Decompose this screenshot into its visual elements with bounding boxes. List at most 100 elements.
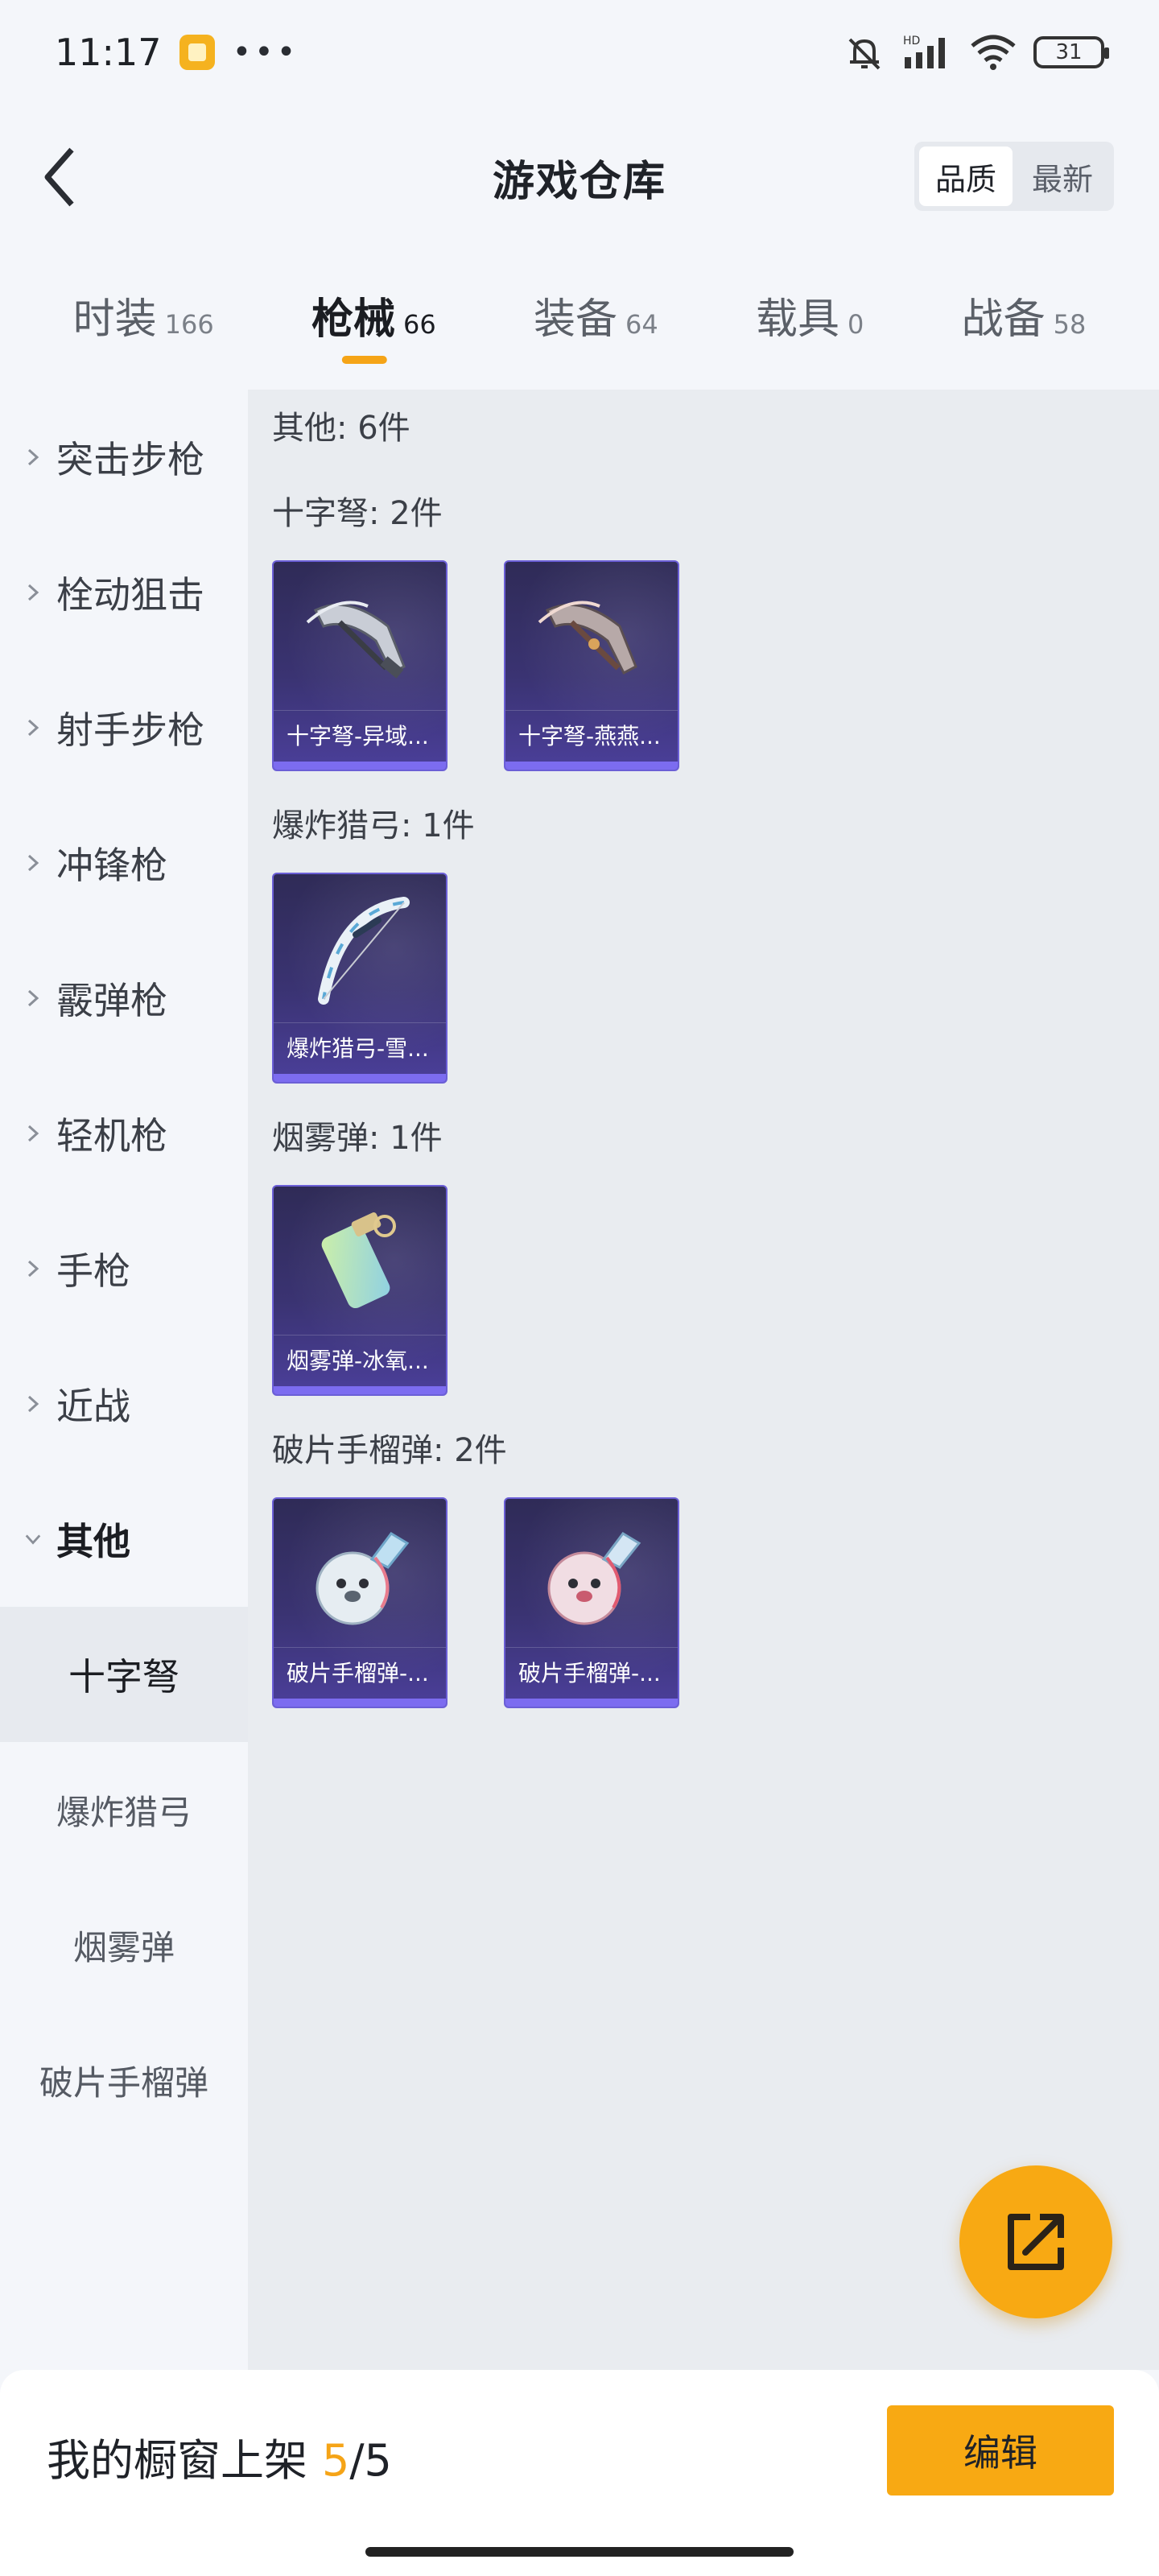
sort-toggle: 品质 最新	[914, 142, 1114, 211]
rarity-bar	[274, 1074, 446, 1082]
rarity-bar	[274, 762, 446, 770]
tab-fashion[interactable]: 时装 166	[73, 266, 214, 378]
group-title: 破片手榴弹: 2件	[272, 1432, 507, 1469]
item-card[interactable]: 烟雾弹-冰氧...	[272, 1185, 448, 1396]
tab-label: 装备	[533, 295, 617, 344]
showcase-status: 我的橱窗上架 5 /5	[47, 2425, 392, 2488]
sidebar-item-marksman-rifle[interactable]: 射手步枪	[0, 660, 248, 795]
sidebar-subitem-smoke-grenade[interactable]: 烟雾弹	[0, 1877, 248, 2013]
item-card[interactable]: 十字弩-异域...	[272, 560, 448, 771]
tab-label: 载具	[755, 295, 839, 344]
sidebar-item-lmg[interactable]: 轻机枪	[0, 1066, 248, 1201]
share-external-icon	[1008, 2214, 1064, 2270]
category-tabs: 时装 166 枪械 66 装备 64 载具 0 战备 58	[0, 266, 1159, 378]
tab-count: 0	[848, 309, 864, 340]
chevron-down-icon	[24, 1530, 42, 1548]
back-button[interactable]	[31, 138, 87, 216]
sidebar-item-shotgun[interactable]: 霰弹枪	[0, 931, 248, 1066]
tab-count: 58	[1053, 309, 1087, 340]
sidebar-item-label: 轻机枪	[56, 1114, 167, 1158]
grenade-icon	[547, 1532, 641, 1625]
rarity-bar	[274, 1386, 446, 1394]
tab-label: 枪械	[311, 295, 395, 344]
status-bar: 11:17 ••• HD 31	[0, 0, 1159, 105]
svg-text:HD: HD	[903, 35, 920, 47]
tab-label: 时装	[72, 295, 157, 344]
tab-count: 64	[625, 309, 658, 340]
sidebar-item-label: 冲锋枪	[56, 844, 167, 887]
showcase-label: 我的橱窗上架	[47, 2435, 307, 2486]
rarity-bar	[505, 1699, 678, 1707]
tab-firearms[interactable]: 枪械 66	[311, 266, 436, 378]
chevron-right-icon	[24, 989, 42, 1007]
crossbow-icon	[306, 601, 406, 679]
tab-equipment[interactable]: 装备 64	[534, 266, 658, 378]
group-title: 十字弩: 2件	[272, 495, 443, 532]
tab-label: 战备	[961, 295, 1046, 344]
sidebar-subitem-frag-grenade[interactable]: 破片手榴弹	[0, 2013, 248, 2148]
smoke-grenade-icon	[321, 1212, 396, 1309]
item-grid: 破片手榴弹-... 破片手榴弹-...	[272, 1497, 1135, 1708]
chevron-right-icon	[24, 448, 42, 466]
sidebar-item-assault-rifle[interactable]: 突击步枪	[0, 390, 248, 525]
chevron-right-icon	[24, 854, 42, 872]
sort-quality-option[interactable]: 品质	[919, 147, 1013, 206]
more-notifications-icon: •••	[232, 34, 299, 71]
mute-icon	[848, 38, 881, 70]
signal-icon: HD	[903, 35, 945, 68]
item-name: 破片手榴弹-...	[505, 1647, 678, 1699]
showcase-total: /5	[349, 2435, 392, 2486]
sidebar-subitem-crossbow[interactable]: 十字弩	[0, 1607, 248, 1742]
home-indicator[interactable]	[365, 2547, 794, 2557]
wifi-icon	[971, 35, 1016, 70]
edit-button[interactable]: 编辑	[887, 2405, 1114, 2496]
sidebar-subitem-explosive-bow[interactable]: 爆炸猎弓	[0, 1742, 248, 1877]
item-card[interactable]: 破片手榴弹-...	[272, 1497, 448, 1708]
sidebar-item-label: 手枪	[56, 1249, 130, 1293]
battery-icon: 31	[1033, 36, 1109, 68]
item-name: 十字弩-异域...	[274, 710, 446, 762]
sidebar-item-label: 近战	[56, 1385, 130, 1428]
sort-latest-option[interactable]: 最新	[1016, 147, 1109, 206]
item-grid: 十字弩-异域... 十字弩-燕燕...	[272, 560, 1135, 771]
sidebar-item-bolt-sniper[interactable]: 栓动狙击	[0, 525, 248, 660]
sidebar-item-label: 栓动狙击	[56, 573, 204, 617]
item-card[interactable]: 十字弩-燕燕...	[504, 560, 679, 771]
sidebar-item-smg[interactable]: 冲锋枪	[0, 795, 248, 931]
grenade-icon	[316, 1532, 410, 1625]
item-grid: 烟雾弹-冰氧...	[272, 1185, 1135, 1396]
crossbow-icon	[538, 601, 637, 675]
item-card[interactable]: 爆炸猎弓-雪...	[272, 873, 448, 1084]
sidebar-item-label: 霰弹枪	[56, 979, 167, 1022]
sidebar-item-label: 射手步枪	[56, 708, 204, 752]
item-name: 爆炸猎弓-雪...	[274, 1022, 446, 1074]
item-card[interactable]: 破片手榴弹-...	[504, 1497, 679, 1708]
group-title: 烟雾弹: 1件	[272, 1120, 443, 1157]
item-list: 其他: 6件 十字弩: 2件 十字弩-异域... 十字弩-燕燕... 爆炸猎弓:…	[248, 390, 1159, 2370]
group-title: 爆炸猎弓: 1件	[272, 807, 475, 844]
item-name: 烟雾弹-冰氧...	[274, 1335, 446, 1386]
tab-vehicles[interactable]: 载具 0	[756, 266, 864, 378]
active-tab-indicator	[342, 356, 388, 364]
sidebar-item-label: 突击步枪	[56, 438, 204, 481]
page-title: 游戏仓库	[492, 157, 666, 206]
chevron-right-icon	[24, 584, 42, 601]
item-grid: 爆炸猎弓-雪...	[272, 873, 1135, 1084]
sidebar-item-pistol[interactable]: 手枪	[0, 1201, 248, 1336]
sidebar-item-melee[interactable]: 近战	[0, 1336, 248, 1472]
share-button[interactable]	[959, 2165, 1112, 2318]
item-name: 十字弩-燕燕...	[505, 710, 678, 762]
chevron-left-icon	[44, 147, 74, 207]
sidebar-item-other[interactable]: 其他	[0, 1472, 248, 1607]
chevron-right-icon	[24, 1125, 42, 1142]
tab-battle-gear[interactable]: 战备 58	[962, 266, 1087, 378]
rarity-bar	[505, 762, 678, 770]
chevron-right-icon	[24, 1395, 42, 1413]
chevron-right-icon	[24, 1260, 42, 1278]
tab-count: 66	[403, 309, 436, 340]
header: 游戏仓库 品质 最新	[0, 105, 1159, 250]
tab-count: 166	[164, 309, 214, 340]
item-name: 破片手榴弹-...	[274, 1647, 446, 1699]
sidebar-item-label: 其他	[56, 1520, 130, 1563]
chevron-right-icon	[24, 719, 42, 737]
